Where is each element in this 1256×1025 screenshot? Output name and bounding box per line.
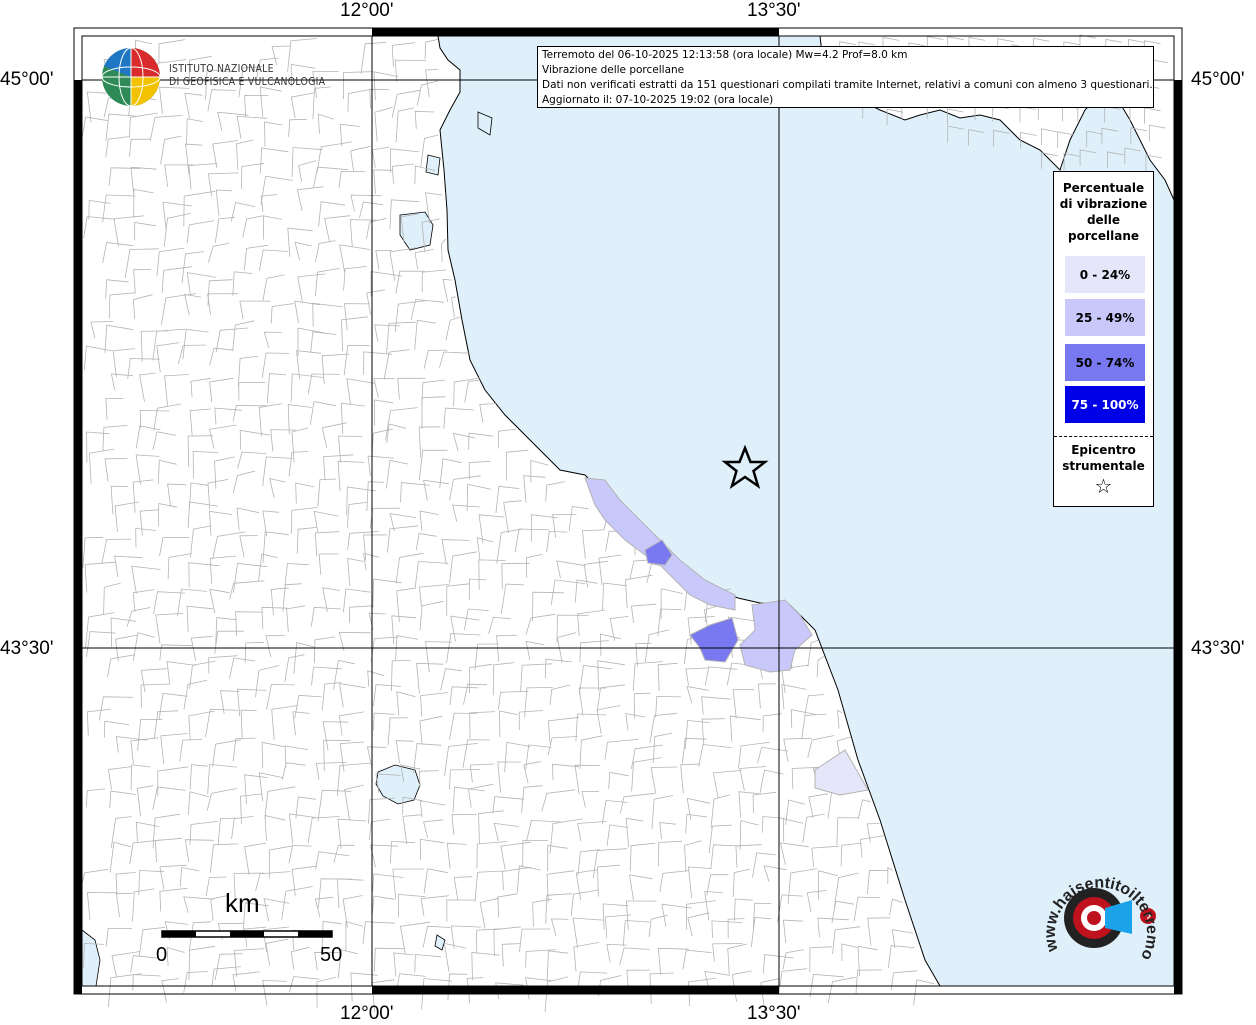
lat-label-lower-left: 43°30' (0, 638, 54, 659)
lon-label-top-right: 13°30' (747, 0, 801, 21)
legend-epicenter: Epicentro strumentale ☆ (1054, 442, 1153, 498)
legend-divider (1054, 436, 1153, 437)
ingv-org-line1: ISTITUTO NAZIONALE (169, 62, 274, 75)
ingv-org-name: ISTITUTO NAZIONALE DI GEOFISICA E VULCAN… (169, 62, 325, 88)
event-line: Terremoto del 06-10-2025 12:13:58 (ora l… (542, 49, 908, 61)
legend-epicenter-line1: Epicentro (1071, 443, 1136, 457)
event-info-box: Terremoto del 06-10-2025 12:13:58 (ora l… (537, 46, 1154, 108)
update-time: Aggiornato il: 07-10-2025 19:02 (ora loc… (542, 94, 774, 106)
scale-max: 50 (320, 944, 343, 966)
star-icon: ☆ (1094, 474, 1113, 498)
legend-item-0-24: 0 - 24% (1065, 256, 1145, 293)
ingv-logo-icon (101, 47, 161, 107)
lat-label-upper-right: 45°00' (1191, 69, 1245, 90)
legend-title-line: porcellane (1067, 229, 1139, 243)
lon-label-bottom-right: 13°30' (747, 1003, 801, 1024)
map-canvas: ? www.haisentitoilterremoto.it (0, 0, 1183, 1014)
lon-label-bottom-left: 12°00' (340, 1003, 394, 1024)
legend-epicenter-line2: strumentale (1062, 459, 1145, 473)
legend-title-line: delle (1086, 213, 1121, 227)
ingv-org-line2: DI GEOFISICA E VULCANOLOGIA (169, 75, 326, 88)
scale-min: 0 (156, 944, 168, 966)
map-subject: Vibrazione delle porcellane (542, 64, 685, 76)
scale-unit: km (225, 888, 260, 918)
legend-title-line: di vibrazione (1059, 197, 1148, 211)
lat-label-lower-right: 43°30' (1191, 638, 1245, 659)
legend: Percentuale di vibrazione delle porcella… (1053, 171, 1154, 507)
legend-item-25-49: 25 - 49% (1065, 299, 1145, 336)
legend-item-50-74: 50 - 74% (1065, 344, 1145, 381)
legend-item-75-100: 75 - 100% (1065, 386, 1145, 423)
legend-title-line: Percentuale (1062, 181, 1145, 195)
data-disclaimer: Dati non verificati estratti da 151 ques… (542, 79, 1153, 91)
legend-title: Percentuale di vibrazione delle porcella… (1054, 180, 1153, 244)
lat-label-upper-left: 45°00' (0, 69, 54, 90)
lon-label-top-left: 12°00' (340, 0, 394, 21)
scale-bar (161, 930, 333, 938)
